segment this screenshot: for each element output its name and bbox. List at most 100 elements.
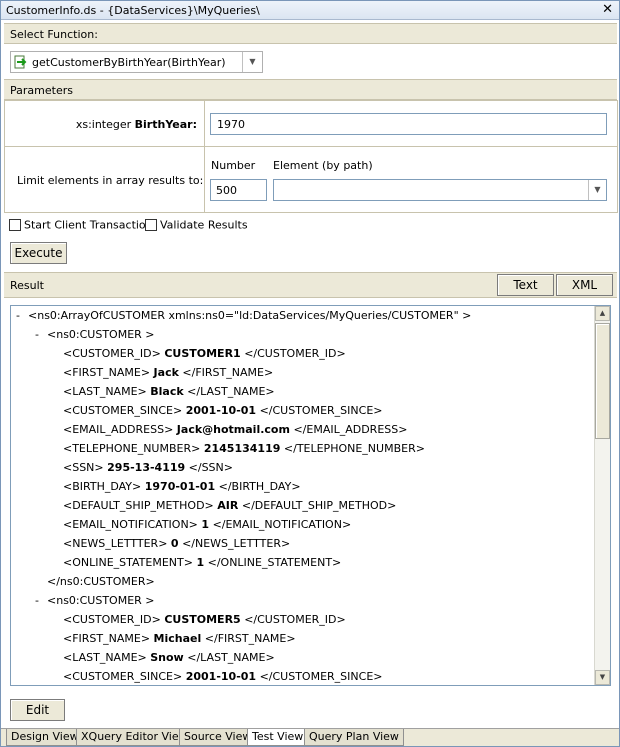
xml-close-tag: </CUSTOMER_SINCE>	[259, 404, 383, 417]
xml-close-tag: </CUSTOMER_ID>	[244, 347, 346, 360]
collapse-toggle-icon[interactable]: -	[35, 591, 39, 610]
window: CustomerInfo.ds - {DataServices}\MyQueri…	[0, 0, 620, 747]
tab-test-view[interactable]: Test View	[247, 729, 309, 746]
xml-close-tag: </DEFAULT_SHIP_METHOD>	[241, 499, 397, 512]
limit-row: Limit elements in array results to: Numb…	[4, 146, 618, 213]
start-transaction-label: Start Client Transaction	[24, 218, 153, 232]
xml-open-tag: <NEWS_LETTTER>	[63, 537, 168, 550]
parameters-header: Parameters	[4, 79, 617, 100]
xml-view-button[interactable]: XML	[556, 274, 613, 296]
result-label: Result	[10, 279, 44, 292]
select-function-header: Select Function:	[4, 23, 617, 44]
xml-value: 2001-10-01	[185, 404, 257, 417]
xml-open-tag: <ns0:ArrayOfCUSTOMER xmlns:ns0="ld:DataS…	[28, 309, 472, 322]
xml-close-tag: </NEWS_LETTTER>	[182, 537, 291, 550]
xml-open-tag: <CUSTOMER_SINCE>	[63, 670, 183, 683]
xml-value: CUSTOMER1	[164, 347, 241, 360]
xml-close-tag: </CUSTOMER_SINCE>	[259, 670, 383, 683]
xml-open-tag: <TELEPHONE_NUMBER>	[63, 442, 201, 455]
xml-open-tag: <BIRTH_DAY>	[63, 480, 142, 493]
xml-line: <CUSTOMER_SINCE> 2001-10-01 </CUSTOMER_S…	[63, 667, 382, 685]
checkbox-box[interactable]	[145, 219, 157, 231]
xml-line: <CUSTOMER_ID> CUSTOMER5 </CUSTOMER_ID>	[63, 610, 346, 629]
xml-value: Jack@hotmail.com	[176, 423, 290, 436]
xml-open-tag: <ns0:CUSTOMER >	[47, 328, 155, 341]
tab-query-plan-view[interactable]: Query Plan View	[304, 729, 404, 746]
edit-button[interactable]: Edit	[10, 699, 65, 721]
xml-value: 2145134119	[203, 442, 281, 455]
xml-line: <FIRST_NAME> Michael </FIRST_NAME>	[63, 629, 296, 648]
xml-open-tag: <DEFAULT_SHIP_METHOD>	[63, 499, 214, 512]
close-icon[interactable]: ✕	[602, 2, 613, 17]
xml-value: 0	[170, 537, 179, 550]
xml-open-tag: <ns0:CUSTOMER >	[47, 594, 155, 607]
xml-line: <BIRTH_DAY> 1970-01-01 </BIRTH_DAY>	[63, 477, 301, 496]
xml-line: <LAST_NAME> Black </LAST_NAME>	[63, 382, 275, 401]
tab-source-view[interactable]: Source View	[179, 729, 257, 746]
tab-xquery-editor-view[interactable]: XQuery Editor View	[76, 729, 193, 746]
xml-open-tag: <LAST_NAME>	[63, 651, 147, 664]
xml-value: Snow	[150, 651, 184, 664]
xml-close-tag: </TELEPHONE_NUMBER>	[283, 442, 425, 455]
xml-value: 1970-01-01	[144, 480, 216, 493]
xml-open-tag: <CUSTOMER_SINCE>	[63, 404, 183, 417]
xml-close-tag: </BIRTH_DAY>	[218, 480, 301, 493]
validate-results-checkbox[interactable]: Validate Results	[145, 218, 248, 232]
checkbox-box[interactable]	[9, 219, 21, 231]
result-xml-panel[interactable]: - <ns0:ArrayOfCUSTOMER xmlns:ns0="ld:Data…	[10, 305, 611, 686]
xml-value: 1	[201, 518, 210, 531]
limit-label: Limit elements in array results to:	[17, 174, 204, 187]
function-selected-value: getCustomerByBirthYear(BirthYear)	[32, 56, 226, 69]
xml-close-tag: </FIRST_NAME>	[182, 366, 274, 379]
xml-value: CUSTOMER5	[164, 613, 241, 626]
chevron-down-icon[interactable]: ▼	[242, 52, 262, 72]
xml-line: <FIRST_NAME> Jack </FIRST_NAME>	[63, 363, 273, 382]
view-tab-bar: Design View XQuery Editor View Source View…	[1, 728, 619, 746]
parameters-table: xs:integer BirthYear: 1970 Limit element…	[4, 100, 618, 213]
number-input[interactable]: 500	[210, 179, 267, 201]
tab-design-view[interactable]: Design View	[6, 729, 84, 746]
collapse-toggle-icon[interactable]: -	[35, 325, 39, 344]
execute-button[interactable]: Execute	[10, 242, 67, 264]
xml-open-tag: <CUSTOMER_ID>	[63, 613, 161, 626]
xml-line: <EMAIL_ADDRESS> Jack@hotmail.com </EMAIL…	[63, 420, 407, 439]
xml-value: AIR	[217, 499, 239, 512]
chevron-down-icon[interactable]: ▼	[588, 180, 606, 200]
scroll-thumb[interactable]	[595, 323, 610, 439]
xml-value: Michael	[153, 632, 202, 645]
xml-close-tag: </CUSTOMER_ID>	[244, 613, 346, 626]
collapse-toggle-icon[interactable]: -	[16, 306, 20, 325]
xml-close-tag: </LAST_NAME>	[187, 385, 275, 398]
function-dropdown[interactable]: getCustomerByBirthYear(BirthYear) ▼	[10, 51, 263, 73]
start-transaction-checkbox[interactable]: Start Client Transaction	[9, 218, 153, 232]
xml-line: <EMAIL_NOTIFICATION> 1 </EMAIL_NOTIFICAT…	[63, 515, 351, 534]
text-view-button[interactable]: Text	[497, 274, 554, 296]
scroll-down-icon[interactable]: ▼	[595, 670, 610, 685]
element-path-dropdown[interactable]: ▼	[273, 179, 607, 201]
xml-line: <ONLINE_STATEMENT> 1 </ONLINE_STATEMENT>	[63, 553, 341, 572]
xml-line: <LAST_NAME> Snow </LAST_NAME>	[63, 648, 275, 667]
xml-open-tag: <EMAIL_NOTIFICATION>	[63, 518, 198, 531]
validate-results-label: Validate Results	[160, 218, 248, 232]
xml-value: 295-13-4119	[107, 461, 186, 474]
xml-value: 2001-10-01	[185, 670, 257, 683]
birth-year-input[interactable]: 1970	[210, 113, 607, 135]
xml-open-tag: <CUSTOMER_ID>	[63, 347, 161, 360]
scroll-up-icon[interactable]: ▲	[595, 306, 610, 321]
xml-close-tag: </LAST_NAME>	[187, 651, 275, 664]
xml-close-tag: </EMAIL_NOTIFICATION>	[212, 518, 352, 531]
parameters-label: Parameters	[10, 84, 73, 97]
xml-close-tag: </EMAIL_ADDRESS>	[293, 423, 408, 436]
vertical-scrollbar[interactable]: ▲ ▼	[594, 306, 610, 685]
xml-open-tag: <SSN>	[63, 461, 104, 474]
xml-line: - <ns0:CUSTOMER >	[35, 591, 155, 610]
xml-close-tag: </SSN>	[188, 461, 233, 474]
xml-line: <CUSTOMER_ID> CUSTOMER1 </CUSTOMER_ID>	[63, 344, 346, 363]
xml-line: - <ns0:ArrayOfCUSTOMER xmlns:ns0="ld:Data…	[16, 306, 472, 325]
xml-line: <SSN> 295-13-4119 </SSN>	[63, 458, 233, 477]
function-arrow-icon	[14, 55, 27, 69]
xml-open-tag: <ONLINE_STATEMENT>	[63, 556, 193, 569]
xml-line: <NEWS_LETTTER> 0 </NEWS_LETTTER>	[63, 534, 290, 553]
select-function-label: Select Function:	[10, 28, 98, 41]
xml-line: </ns0:CUSTOMER>	[47, 572, 155, 591]
